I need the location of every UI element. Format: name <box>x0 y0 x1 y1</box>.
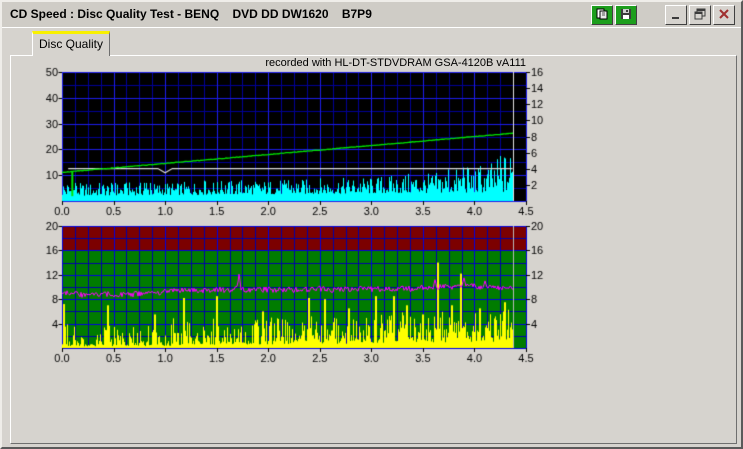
title-bar-buttons <box>589 5 735 25</box>
disc-quality-chart <box>22 56 557 368</box>
minimize-button[interactable] <box>665 5 687 25</box>
save-results-button[interactable] <box>615 5 637 25</box>
app-window: CD Speed : Disc Quality Test - BENQ DVD … <box>0 0 743 449</box>
copy-to-clipboard-button[interactable] <box>591 5 613 25</box>
tab-disc-quality[interactable]: Disc Quality <box>32 31 110 56</box>
restore-icon <box>694 8 706 23</box>
close-icon <box>718 8 730 23</box>
close-button[interactable] <box>713 5 735 25</box>
floppy-disk-icon <box>620 8 632 23</box>
minimize-icon <box>670 8 682 23</box>
chart-annotation: recorded with HL-DT-STDVDRAM GSA-4120B v… <box>265 57 526 69</box>
maximize-button[interactable] <box>689 5 711 25</box>
document-copy-icon <box>596 8 608 23</box>
title-bar-spacer <box>637 15 663 16</box>
window-title: CD Speed : Disc Quality Test - BENQ DVD … <box>10 7 372 21</box>
title-bar: CD Speed : Disc Quality Test - BENQ DVD … <box>2 2 741 28</box>
